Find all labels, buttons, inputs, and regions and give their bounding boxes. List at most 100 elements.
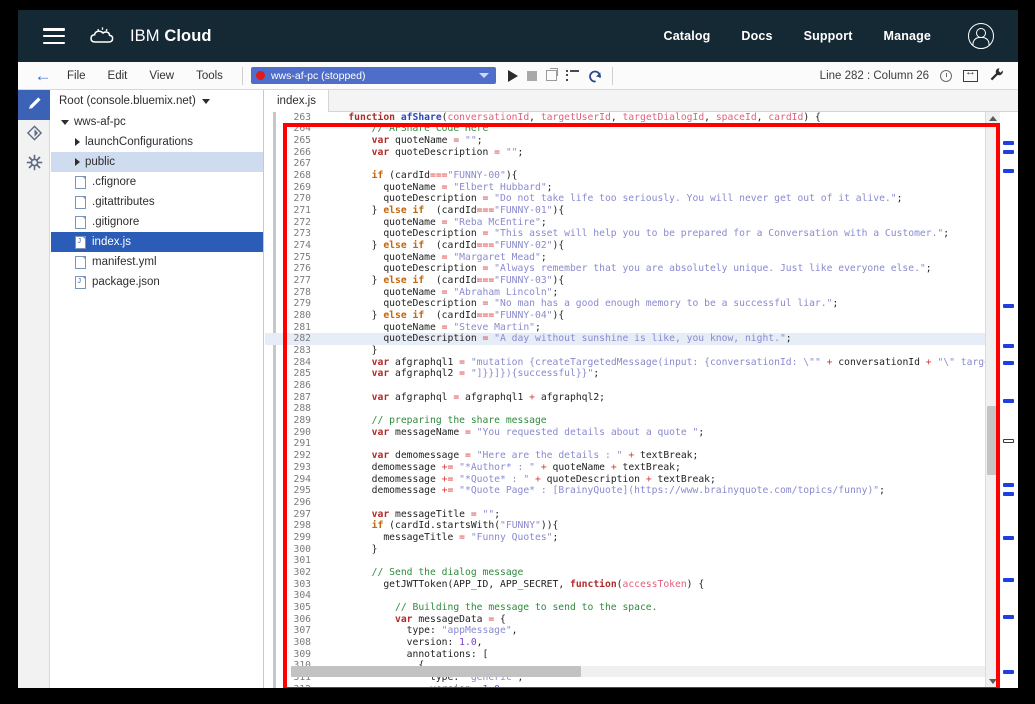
code-line[interactable]: 296 (265, 497, 1000, 509)
hamburger-icon[interactable] (43, 28, 65, 44)
scroll-up-arrow-icon[interactable] (989, 116, 997, 121)
resize-width-icon[interactable] (963, 67, 978, 82)
code-area[interactable]: 262263 function afShare(conversationId, … (265, 112, 1018, 688)
tree-item-cfignore[interactable]: .cfignore (51, 172, 263, 192)
code-line[interactable]: 305 // Building the message to send to t… (265, 602, 1000, 614)
code-line[interactable]: 263 function afShare(conversationId, tar… (265, 112, 1000, 123)
menu-file[interactable]: File (56, 70, 97, 82)
code-line[interactable]: 295 demomessage += "*Quote Page* : [Brai… (265, 485, 1000, 497)
code-line[interactable]: 278 quoteName = "Abraham Lincoln"; (265, 287, 1000, 299)
clock-icon[interactable] (940, 69, 952, 82)
code-line[interactable]: 291 (265, 438, 1000, 450)
code-line[interactable]: 285 var afgraphql2 = "]}}]}){successful}… (265, 368, 1000, 380)
overview-marker[interactable] (1003, 399, 1014, 403)
code-line[interactable]: 282 quoteDescription = "A day without su… (265, 333, 1000, 346)
code-line[interactable]: 307 type: "appMessage", (265, 625, 1000, 637)
code-line[interactable]: 277 } else if (cardId==="FUNNY-03"){ (265, 275, 1000, 287)
overview-marker[interactable] (1003, 483, 1014, 487)
tree-item-launchconfigurations[interactable]: launchConfigurations (51, 132, 263, 152)
code-line[interactable]: 287 var afgraphql = afgraphql1 + afgraph… (265, 392, 1000, 404)
tree-item-gitignore[interactable]: .gitignore (51, 212, 263, 232)
overview-marker[interactable] (1003, 439, 1014, 443)
code-line[interactable]: 300 } (265, 544, 1000, 556)
wrench-icon[interactable] (989, 67, 1004, 85)
list-icon[interactable] (565, 70, 579, 81)
code-line[interactable]: 303 getJWTToken(APP_ID, APP_SECRET, func… (265, 579, 1000, 591)
code-line[interactable]: 280 } else if (cardId==="FUNNY-04"){ (265, 310, 1000, 322)
code-line[interactable]: 293 demomessage += "*Author* : " + quote… (265, 462, 1000, 474)
overview-marker[interactable] (1003, 304, 1014, 308)
overview-marker[interactable] (1003, 492, 1014, 496)
code-line[interactable]: 268 if (cardId==="FUNNY-00"){ (265, 170, 1000, 182)
tree-item-wws-af-pc[interactable]: wws-af-pc (51, 112, 263, 132)
code-line[interactable]: 270 quoteDescription = "Do not take life… (265, 193, 1000, 205)
code-line[interactable]: 279 quoteDescription = "No man has a goo… (265, 298, 1000, 310)
overview-marker[interactable] (1003, 670, 1014, 674)
code-line[interactable]: 281 quoteName = "Steve Martin"; (265, 322, 1000, 334)
code-line[interactable]: 304 (265, 590, 1000, 602)
vertical-scrollbar-thumb[interactable] (987, 405, 1000, 475)
tree-item-package-json[interactable]: package.json (51, 272, 263, 292)
overview-marker[interactable] (1003, 169, 1014, 173)
overview-ruler[interactable] (1000, 112, 1018, 688)
workspace-root-selector[interactable]: Root (console.bluemix.net) (51, 90, 263, 112)
code-line[interactable]: 283 } (265, 345, 1000, 357)
brand[interactable]: IBM Cloud (89, 23, 212, 49)
code-line[interactable]: 306 var messageData = { (265, 614, 1000, 626)
code-line[interactable]: 298 if (cardId.startsWith("FUNNY")){ (265, 520, 1000, 532)
menu-view[interactable]: View (138, 70, 185, 82)
overview-marker[interactable] (1003, 141, 1014, 145)
code-line[interactable]: 269 quoteName = "Elbert Hubbard"; (265, 182, 1000, 194)
back-arrow-icon[interactable]: ← (30, 67, 56, 84)
overview-marker[interactable] (1003, 150, 1014, 154)
play-icon[interactable] (507, 69, 518, 82)
code-line[interactable]: 299 messageTitle = "Funny Quotes"; (265, 532, 1000, 544)
nav-manage[interactable]: Manage (884, 29, 931, 43)
menu-edit[interactable]: Edit (97, 70, 139, 82)
code-line[interactable]: 274 } else if (cardId==="FUNNY-02"){ (265, 240, 1000, 252)
tree-item-index-js[interactable]: index.js (51, 232, 263, 252)
rail-item-edit[interactable] (18, 90, 50, 120)
code-line[interactable]: 264 // AFShare Code Here (265, 123, 1000, 135)
tree-item-manifest-yml[interactable]: manifest.yml (51, 252, 263, 272)
overview-marker[interactable] (1003, 361, 1014, 365)
code-line[interactable]: 273 quoteDescription = "This asset will … (265, 228, 1000, 240)
horizontal-scrollbar-thumb[interactable] (291, 666, 581, 677)
code-line[interactable]: 284 var afgraphql1 = "mutation {createTa… (265, 357, 1001, 369)
chevron-down-icon[interactable] (61, 119, 69, 125)
code-line[interactable]: 292 var demomessage = "Here are the deta… (265, 450, 1000, 462)
code-scroll-region[interactable]: 262263 function afShare(conversationId, … (265, 112, 1000, 688)
code-line[interactable]: 290 var messageName = "You requested det… (265, 427, 1000, 439)
code-line[interactable]: 301 (265, 555, 1000, 567)
rail-item-settings[interactable] (18, 150, 50, 180)
tree-item-public[interactable]: public (51, 152, 263, 172)
nav-docs[interactable]: Docs (741, 29, 772, 43)
code-line[interactable]: 297 var messageTitle = ""; (265, 509, 1000, 521)
code-line[interactable]: 276 quoteDescription = "Always remember … (265, 263, 1000, 275)
nav-support[interactable]: Support (804, 29, 853, 43)
overview-marker[interactable] (1003, 536, 1014, 540)
overview-marker[interactable] (1003, 615, 1014, 619)
tree-item-gitattributes[interactable]: .gitattributes (51, 192, 263, 212)
rail-item-source-control[interactable] (18, 120, 50, 150)
code-line[interactable]: 309 annotations: [ (265, 649, 1000, 661)
code-line[interactable]: 294 demomessage += "*Quote* : " + quoteD… (265, 474, 1000, 486)
code-line[interactable]: 266 var quoteDescription = ""; (265, 147, 1000, 159)
code-line[interactable]: 265 var quoteName = ""; (265, 135, 1000, 147)
code-line[interactable]: 289 // preparing the share message (265, 415, 1000, 427)
stop-icon[interactable] (526, 70, 537, 81)
code-line[interactable]: 308 version: 1.0, (265, 637, 1000, 649)
code-line[interactable]: 288 (265, 403, 1000, 415)
code-line[interactable]: 275 quoteName = "Margaret Mead"; (265, 252, 1000, 264)
code-line[interactable]: 302 // Send the dialog message (265, 567, 1000, 579)
overview-marker[interactable] (1003, 344, 1014, 348)
nav-catalog[interactable]: Catalog (664, 29, 711, 43)
code-line[interactable]: 272 quoteName = "Reba McEntire"; (265, 217, 1000, 229)
chevron-right-icon[interactable] (75, 138, 80, 146)
code-line[interactable]: 312 version: 1.0, (265, 684, 1000, 688)
overview-marker[interactable] (1003, 578, 1014, 582)
menu-tools[interactable]: Tools (185, 70, 234, 82)
code-content[interactable]: 262263 function afShare(conversationId, … (265, 112, 1000, 688)
code-line[interactable]: 267 (265, 158, 1000, 170)
vertical-scrollbar[interactable] (985, 112, 1000, 688)
